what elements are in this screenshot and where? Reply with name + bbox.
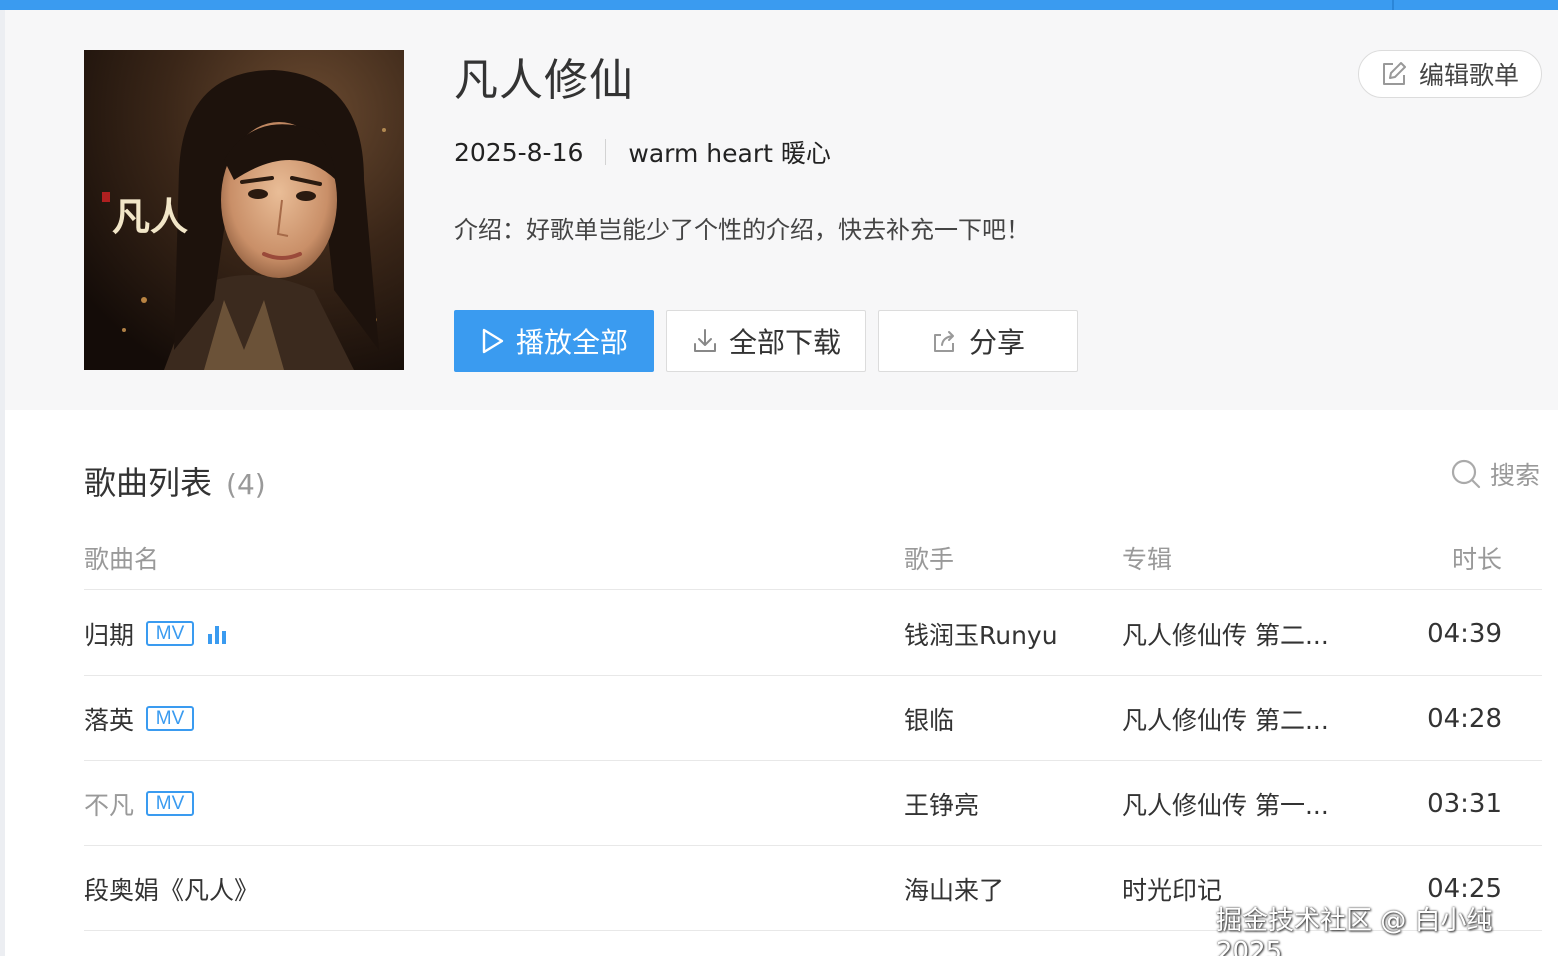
meta-divider xyxy=(605,139,607,165)
playlist-meta: 2025-8-16 warm heart 暖心 xyxy=(454,134,831,170)
search-icon xyxy=(1451,459,1481,489)
share-icon xyxy=(933,331,954,352)
song-table-header: 歌曲名 歌手 专辑 时长 xyxy=(84,540,1542,590)
album-name[interactable]: 凡人修仙传 第二... xyxy=(1122,591,1342,676)
table-row[interactable]: 落英 MV 银临 凡人修仙传 第二... 04:28 xyxy=(84,676,1542,761)
play-all-label: 播放全部 xyxy=(515,326,628,359)
artist-name[interactable]: 海山来了 xyxy=(904,846,1004,931)
table-row[interactable]: 不凡 MV 王铮亮 凡人修仙传 第一... 03:31 xyxy=(84,761,1542,846)
eq-bar xyxy=(208,633,213,644)
search-label: 搜索 xyxy=(1490,461,1541,490)
share-button[interactable]: 分享 xyxy=(878,310,1078,372)
song-name[interactable]: 不凡 xyxy=(84,786,134,822)
top-bar-divider xyxy=(1392,0,1394,10)
column-header-album[interactable]: 专辑 xyxy=(1122,540,1172,576)
artist-name[interactable]: 银临 xyxy=(904,676,954,761)
now-playing-icon xyxy=(208,624,229,644)
mv-badge[interactable]: MV xyxy=(146,791,195,816)
song-name-cell: 落英 MV xyxy=(84,676,195,761)
creator-name[interactable]: warm heart 暖心 xyxy=(628,134,830,170)
cover-image: 凡人 xyxy=(84,50,404,370)
play-all-button[interactable]: 播放全部 xyxy=(454,310,654,372)
playlist-intro[interactable]: 介绍：好歌单岂能少了个性的介绍，快去补充一下吧！ xyxy=(454,210,1030,245)
edit-icon xyxy=(1382,62,1406,85)
column-header-duration[interactable]: 时长 xyxy=(1452,540,1502,576)
duration: 04:39 xyxy=(1427,618,1502,649)
song-count: (4) xyxy=(226,468,266,501)
play-icon xyxy=(482,328,504,354)
eq-bar xyxy=(215,625,220,644)
song-name[interactable]: 段奥娟《凡人》 xyxy=(84,871,259,907)
song-name-cell: 归期 MV xyxy=(84,591,229,676)
song-name[interactable]: 落英 xyxy=(84,701,134,737)
song-name-cell: 段奥娟《凡人》 xyxy=(84,846,259,931)
playlist-title: 凡人修仙 xyxy=(454,55,634,106)
created-date: 2025-8-16 xyxy=(454,137,584,167)
mv-badge[interactable]: MV xyxy=(146,621,195,646)
song-name[interactable]: 归期 xyxy=(84,616,134,652)
download-all-button[interactable]: 全部下载 xyxy=(666,310,866,372)
album-name[interactable]: 凡人修仙传 第二... xyxy=(1122,676,1342,761)
song-name-cell: 不凡 MV xyxy=(84,761,195,846)
table-row[interactable]: 归期 MV 钱润玉Runyu 凡人修仙传 第二... 04:39 xyxy=(84,591,1542,676)
song-list-title: 歌曲列表 (4) xyxy=(84,458,266,504)
artist-name[interactable]: 王铮亮 xyxy=(904,761,979,846)
duration: 04:28 xyxy=(1427,703,1502,734)
watermark: 掘金技术社区 @ 白小纯2025 xyxy=(1216,906,1493,956)
column-header-name[interactable]: 歌曲名 xyxy=(84,540,159,576)
eq-bar xyxy=(222,630,227,644)
mv-badge[interactable]: MV xyxy=(146,706,195,731)
album-name[interactable]: 凡人修仙传 第一... xyxy=(1122,761,1342,846)
top-accent-bar xyxy=(0,0,1558,10)
duration: 03:31 xyxy=(1427,788,1502,819)
search-button[interactable]: 搜索 xyxy=(1450,456,1540,492)
column-header-artist[interactable]: 歌手 xyxy=(904,540,954,576)
edit-playlist-button[interactable]: 编辑歌单 xyxy=(1358,50,1542,98)
song-list-heading: 歌曲列表 xyxy=(84,464,213,502)
share-label: 分享 xyxy=(968,326,1025,359)
cover-title-text: 凡人 xyxy=(112,194,188,239)
artist-name[interactable]: 钱润玉Runyu xyxy=(904,591,1058,676)
download-icon xyxy=(693,329,716,352)
edit-playlist-label: 编辑歌单 xyxy=(1418,61,1519,90)
download-all-label: 全部下载 xyxy=(728,326,841,359)
playlist-cover[interactable]: 凡人 xyxy=(84,50,404,370)
